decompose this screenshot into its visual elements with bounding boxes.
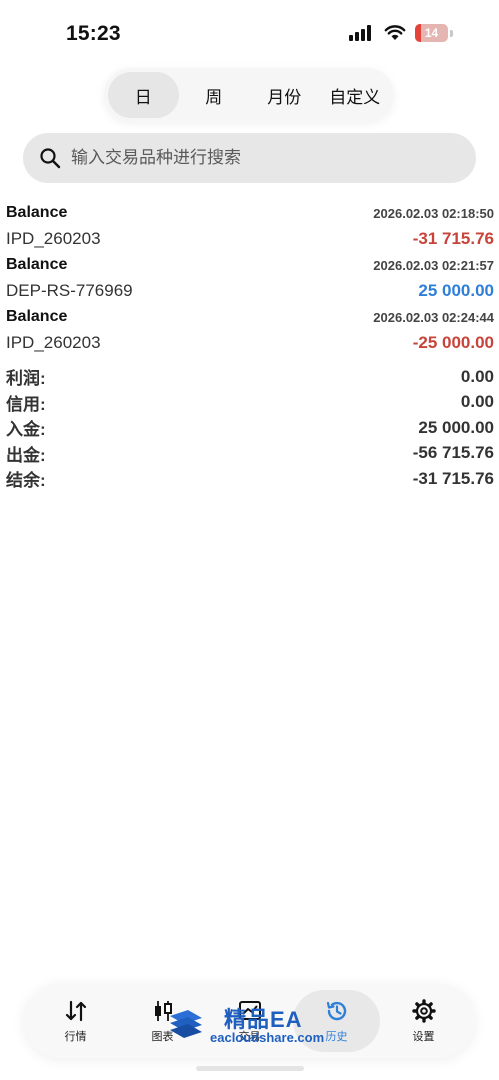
status-icons: 14 bbox=[349, 24, 453, 42]
tab-settings[interactable]: 设置 bbox=[380, 990, 467, 1052]
summary-label: 入金: bbox=[6, 420, 46, 440]
search-icon bbox=[40, 148, 61, 169]
summary-panel: 利润: 0.00 信用: 0.00 入金: 25 000.00 出金: -56 … bbox=[6, 364, 494, 492]
record-type: Balance bbox=[6, 256, 68, 273]
summary-value: 0.00 bbox=[460, 366, 494, 386]
summary-row-credit: 信用: 0.00 bbox=[6, 390, 494, 416]
record-id: IPD_260203 bbox=[6, 229, 101, 248]
tab-quotes[interactable]: 行情 bbox=[32, 990, 119, 1052]
summary-row-balance: 结余: -31 715.76 bbox=[6, 466, 494, 492]
history-record[interactable]: Balance 2026.02.03 02:21:57 DEP-RS-77696… bbox=[6, 254, 494, 306]
search-input[interactable] bbox=[71, 148, 451, 168]
record-amount: -31 715.76 bbox=[412, 229, 494, 248]
summary-value: 0.00 bbox=[460, 392, 494, 412]
record-time: 2026.02.03 02:24:44 bbox=[373, 310, 494, 325]
summary-row-deposit: 入金: 25 000.00 bbox=[6, 415, 494, 441]
battery-level: 14 bbox=[424, 26, 439, 40]
tab-trade[interactable]: 交易 bbox=[206, 990, 293, 1052]
summary-label: 利润: bbox=[6, 369, 46, 389]
summary-label: 结余: bbox=[6, 471, 46, 491]
record-time: 2026.02.03 02:21:57 bbox=[373, 258, 494, 273]
tab-label: 行情 bbox=[64, 1031, 87, 1043]
history-clock-icon bbox=[326, 1001, 346, 1021]
tab-history[interactable]: 历史 bbox=[293, 990, 380, 1052]
summary-row-withdrawal: 出金: -56 715.76 bbox=[6, 441, 494, 467]
record-time: 2026.02.03 02:18:50 bbox=[373, 206, 494, 221]
record-amount: -25 000.00 bbox=[412, 333, 494, 352]
search-bar[interactable] bbox=[23, 133, 476, 183]
record-id: IPD_260203 bbox=[6, 333, 101, 352]
summary-value: -31 715.76 bbox=[412, 468, 494, 488]
trade-chart-icon bbox=[238, 1001, 261, 1020]
history-record[interactable]: Balance 2026.02.03 02:18:50 IPD_260203 -… bbox=[6, 202, 494, 254]
tab-day[interactable]: 日 bbox=[108, 72, 179, 118]
history-records: Balance 2026.02.03 02:18:50 IPD_260203 -… bbox=[6, 202, 494, 358]
cellular-signal-icon bbox=[349, 25, 371, 41]
summary-label: 信用: bbox=[6, 394, 46, 414]
tab-custom[interactable]: 自定义 bbox=[320, 72, 391, 118]
tab-label: 图表 bbox=[151, 1031, 174, 1043]
tab-label: 设置 bbox=[412, 1031, 435, 1043]
summary-label: 出金: bbox=[6, 445, 46, 465]
battery-tip bbox=[450, 29, 453, 37]
arrows-updown-icon bbox=[65, 1000, 86, 1022]
gear-icon bbox=[411, 999, 436, 1023]
record-type: Balance bbox=[6, 204, 68, 221]
tab-label: 历史 bbox=[325, 1031, 348, 1043]
tab-charts[interactable]: 图表 bbox=[119, 990, 206, 1052]
record-amount: 25 000.00 bbox=[418, 281, 494, 300]
record-id: DEP-RS-776969 bbox=[6, 281, 133, 300]
candlestick-icon bbox=[154, 1001, 172, 1021]
home-indicator bbox=[196, 1066, 304, 1071]
wifi-icon bbox=[384, 25, 406, 40]
tab-week[interactable]: 周 bbox=[179, 72, 250, 118]
summary-row-profit: 利润: 0.00 bbox=[6, 364, 494, 390]
tab-month[interactable]: 月份 bbox=[249, 72, 320, 118]
period-segmented-control: 日 周 月份 自定义 bbox=[104, 68, 394, 122]
summary-value: 25 000.00 bbox=[418, 417, 494, 437]
bottom-tab-bar: 行情 图表 交易 历史 设置 bbox=[24, 984, 475, 1058]
tab-label: 交易 bbox=[238, 1031, 261, 1043]
status-time: 15:23 bbox=[66, 22, 121, 45]
record-type: Balance bbox=[6, 308, 68, 325]
battery-icon: 14 bbox=[415, 24, 448, 42]
status-bar: 15:23 14 bbox=[0, 0, 499, 64]
summary-value: -56 715.76 bbox=[412, 443, 494, 463]
history-record[interactable]: Balance 2026.02.03 02:24:44 IPD_260203 -… bbox=[6, 306, 494, 358]
